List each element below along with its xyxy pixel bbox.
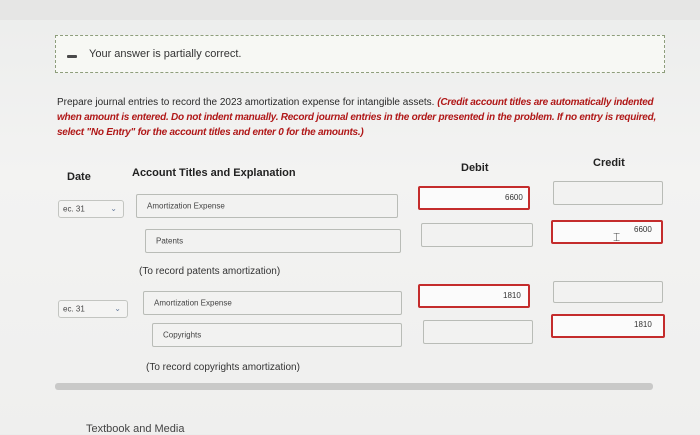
account-title-field[interactable]: Copyrights xyxy=(152,323,402,347)
textbook-media-link[interactable]: Textbook and Media xyxy=(86,423,184,435)
date-select[interactable]: ec. 31 ⌄ xyxy=(58,200,124,218)
text-cursor-icon: ⌶ xyxy=(613,230,621,244)
credit-amount: 6600 xyxy=(634,225,652,234)
account-title-field[interactable]: Amortization Expense xyxy=(136,194,398,218)
debit-header: Debit xyxy=(461,162,489,174)
debit-amount: 1810 xyxy=(503,291,521,300)
horizontal-scrollbar[interactable] xyxy=(55,383,653,390)
feedback-message: Your answer is partially correct. xyxy=(89,48,242,60)
account-title-field[interactable]: Amortization Expense xyxy=(143,291,402,315)
debit-amount: 6600 xyxy=(505,193,523,202)
date-header: Date xyxy=(67,171,91,183)
debit-input[interactable] xyxy=(421,223,533,247)
account-header: Account Titles and Explanation xyxy=(132,167,296,179)
chevron-down-icon: ⌄ xyxy=(114,304,121,314)
credit-amount: 1810 xyxy=(634,320,652,329)
date-select[interactable]: ec. 31 ⌄ xyxy=(58,300,128,318)
date-value: ec. 31 xyxy=(63,304,85,314)
minus-icon xyxy=(67,55,77,58)
entry-memo: (To record patents amortization) xyxy=(139,266,281,277)
entry-memo: (To record copyrights amortization) xyxy=(146,362,300,373)
date-value: ec. 31 xyxy=(63,204,85,214)
feedback-banner: Your answer is partially correct. xyxy=(55,35,665,73)
chevron-down-icon: ⌄ xyxy=(110,204,117,214)
credit-input[interactable] xyxy=(553,281,663,303)
instructions: Prepare journal entries to record the 20… xyxy=(57,95,657,140)
instructions-text: Prepare journal entries to record the 20… xyxy=(57,97,438,108)
credit-header: Credit xyxy=(593,157,625,169)
top-band xyxy=(0,0,700,20)
debit-input[interactable] xyxy=(423,320,533,344)
account-title-field[interactable]: Patents xyxy=(145,229,401,253)
credit-input[interactable] xyxy=(553,181,663,205)
